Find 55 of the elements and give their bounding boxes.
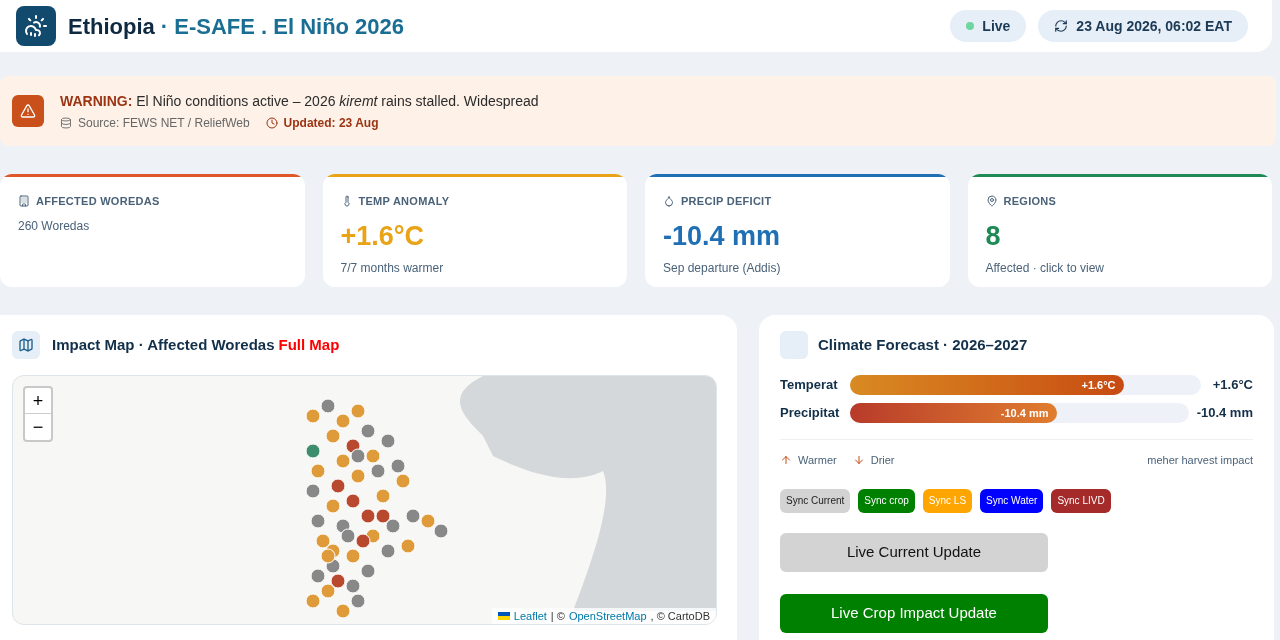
zoom-out-button[interactable]: −: [25, 414, 51, 440]
bar-value: -10.4 mm: [1000, 405, 1049, 421]
live-badge: Live: [950, 10, 1027, 42]
bar-reading: -10.4 mm: [1196, 404, 1253, 423]
panel-title: Climate Forecast · 2026–2027: [818, 334, 1028, 355]
stat-label: PRECIP DEFICIT: [681, 194, 772, 209]
stat-caption: 260 Woredas: [18, 217, 91, 234]
arrow-up-icon: [780, 454, 792, 467]
attribution-text: | ©: [550, 608, 565, 624]
weather-logo-icon: [16, 6, 56, 46]
stat-label: AFFECTED WOREDAS: [36, 194, 160, 209]
stat-caption: 7/7 months warmer: [340, 259, 445, 276]
sync-button[interactable]: Sync Current: [780, 488, 851, 513]
current-update-button[interactable]: Live Current Update: [780, 532, 1048, 572]
source-text: Source: FEWS NET / ReliefWeb: [78, 115, 250, 131]
stat-value: +1.6°C: [340, 219, 426, 253]
stat-value: -10.4 mm: [663, 219, 782, 253]
blank-icon: [780, 331, 808, 359]
clock-icon: [265, 117, 278, 129]
stat-label: REGIONS: [1003, 194, 1057, 209]
leaflet-link[interactable]: Leaflet: [513, 607, 547, 624]
bar-value: +1.6°C: [1081, 377, 1116, 393]
flag-icon: [497, 611, 510, 620]
bar-label: Temperat: [780, 376, 839, 395]
updated-text: Updated: 23 Aug: [283, 115, 379, 131]
full-map-link[interactable]: Full Map: [278, 333, 340, 357]
refresh-icon: [1054, 19, 1069, 33]
stat-icon: [985, 195, 998, 208]
stat-label: TEMP ANOMALY: [358, 194, 450, 209]
stat-value: 8: [985, 219, 1002, 253]
database-icon: [60, 117, 72, 129]
app-subtitle: · E-SAFE . El Niño 2026: [160, 12, 405, 41]
panel-title: Impact Map · Affected Woredas: [52, 334, 275, 355]
crop-update-button[interactable]: Live Crop Impact Update: [780, 593, 1048, 633]
arrow-down-icon: [852, 454, 865, 467]
warning-icon: [12, 95, 44, 127]
timestamp-badge: 23 Aug 2026, 06:02 EAT: [1038, 10, 1248, 42]
stat-caption: Sep departure (Addis): [663, 259, 782, 276]
stat-icon: [663, 195, 675, 208]
warning-message: WARNING: El Niño conditions active – 2026 kiremt rains stalled. Widespread: [60, 92, 539, 111]
app-title: Ethiopia: [68, 12, 155, 41]
stat-caption: Affected · click to view: [985, 259, 1105, 276]
attribution-text: , © CartoDB: [650, 608, 710, 624]
sync-button[interactable]: Sync Water: [980, 488, 1044, 513]
zoom-in-button[interactable]: +: [25, 388, 51, 414]
impact-note: meher harvest impact: [1147, 453, 1253, 468]
map-icon: [12, 331, 40, 359]
legend-label: Drier: [870, 453, 895, 468]
bar-label: Precipitat: [780, 404, 841, 423]
bar-reading: +1.6°C: [1212, 376, 1253, 395]
openstreetmap-link[interactable]: OpenStreetMap: [568, 607, 647, 624]
stat-icon: [18, 195, 30, 208]
sync-button[interactable]: Sync crop: [858, 488, 915, 513]
sync-button[interactable]: Sync LIVD: [1051, 488, 1111, 513]
legend-label: Warmer: [798, 453, 837, 468]
